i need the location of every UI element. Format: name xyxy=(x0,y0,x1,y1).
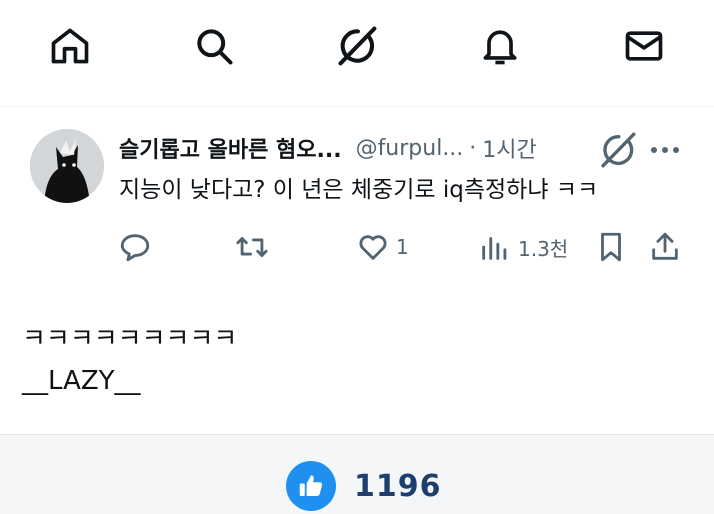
top-nav xyxy=(0,0,714,107)
like-summary[interactable]: 1196 xyxy=(286,461,442,511)
avatar-image xyxy=(30,129,104,203)
views-count: 1.3천 xyxy=(518,236,569,261)
like-count: 1 xyxy=(396,235,409,259)
display-name[interactable]: 슬기롭고 올바른 혐오... xyxy=(119,132,342,164)
retweet-button[interactable] xyxy=(235,222,269,272)
bell-icon xyxy=(483,30,517,65)
reply-icon xyxy=(120,234,150,262)
search-icon xyxy=(197,29,233,65)
messages-button[interactable] xyxy=(620,22,668,70)
footer-like-count: 1196 xyxy=(354,468,442,504)
bookmark-button[interactable] xyxy=(594,222,628,272)
tweet-header: 슬기롭고 올바른 혐오... @furpul... · 1시간 xyxy=(119,128,537,168)
views-button[interactable]: 1.3천 xyxy=(478,222,568,272)
mail-icon xyxy=(625,31,663,61)
home-icon xyxy=(51,28,89,64)
heart-icon xyxy=(359,235,387,260)
more-options-button[interactable] xyxy=(648,136,682,164)
user-handle[interactable]: @furpul... xyxy=(356,136,464,161)
tweet-actions: 1 1.3천 xyxy=(0,222,714,272)
avatar[interactable] xyxy=(30,129,104,203)
share-icon xyxy=(652,232,678,260)
grok-icon xyxy=(338,26,377,66)
more-icon xyxy=(651,147,679,153)
bookmark-icon xyxy=(601,232,621,262)
grok-icon xyxy=(601,132,636,168)
grok-tweet-button[interactable] xyxy=(598,130,638,170)
retweet-icon xyxy=(236,237,268,257)
thumbs-up-icon xyxy=(299,475,323,496)
notifications-button[interactable] xyxy=(476,22,524,70)
search-button[interactable] xyxy=(190,22,238,70)
views-icon xyxy=(482,237,507,260)
post-body: ㅋㅋㅋㅋㅋㅋㅋㅋㅋ __LAZY__ xyxy=(22,318,237,402)
thumbs-up-button[interactable] xyxy=(286,461,336,511)
home-button[interactable] xyxy=(46,22,94,70)
timestamp[interactable]: 1시간 xyxy=(482,132,536,164)
like-button[interactable]: 1 xyxy=(356,222,409,272)
post-line-1: ㅋㅋㅋㅋㅋㅋㅋㅋㅋ xyxy=(22,324,238,354)
tweet-text: 지능이 낮다고? 이 년은 체중기로 iq측정하냐 ㅋㅋ xyxy=(119,177,599,203)
grok-button[interactable] xyxy=(333,22,381,70)
post-line-2: __LAZY__ xyxy=(22,366,141,396)
reply-button[interactable] xyxy=(118,222,152,272)
share-button[interactable] xyxy=(648,222,682,272)
separator-dot: · xyxy=(469,135,477,161)
